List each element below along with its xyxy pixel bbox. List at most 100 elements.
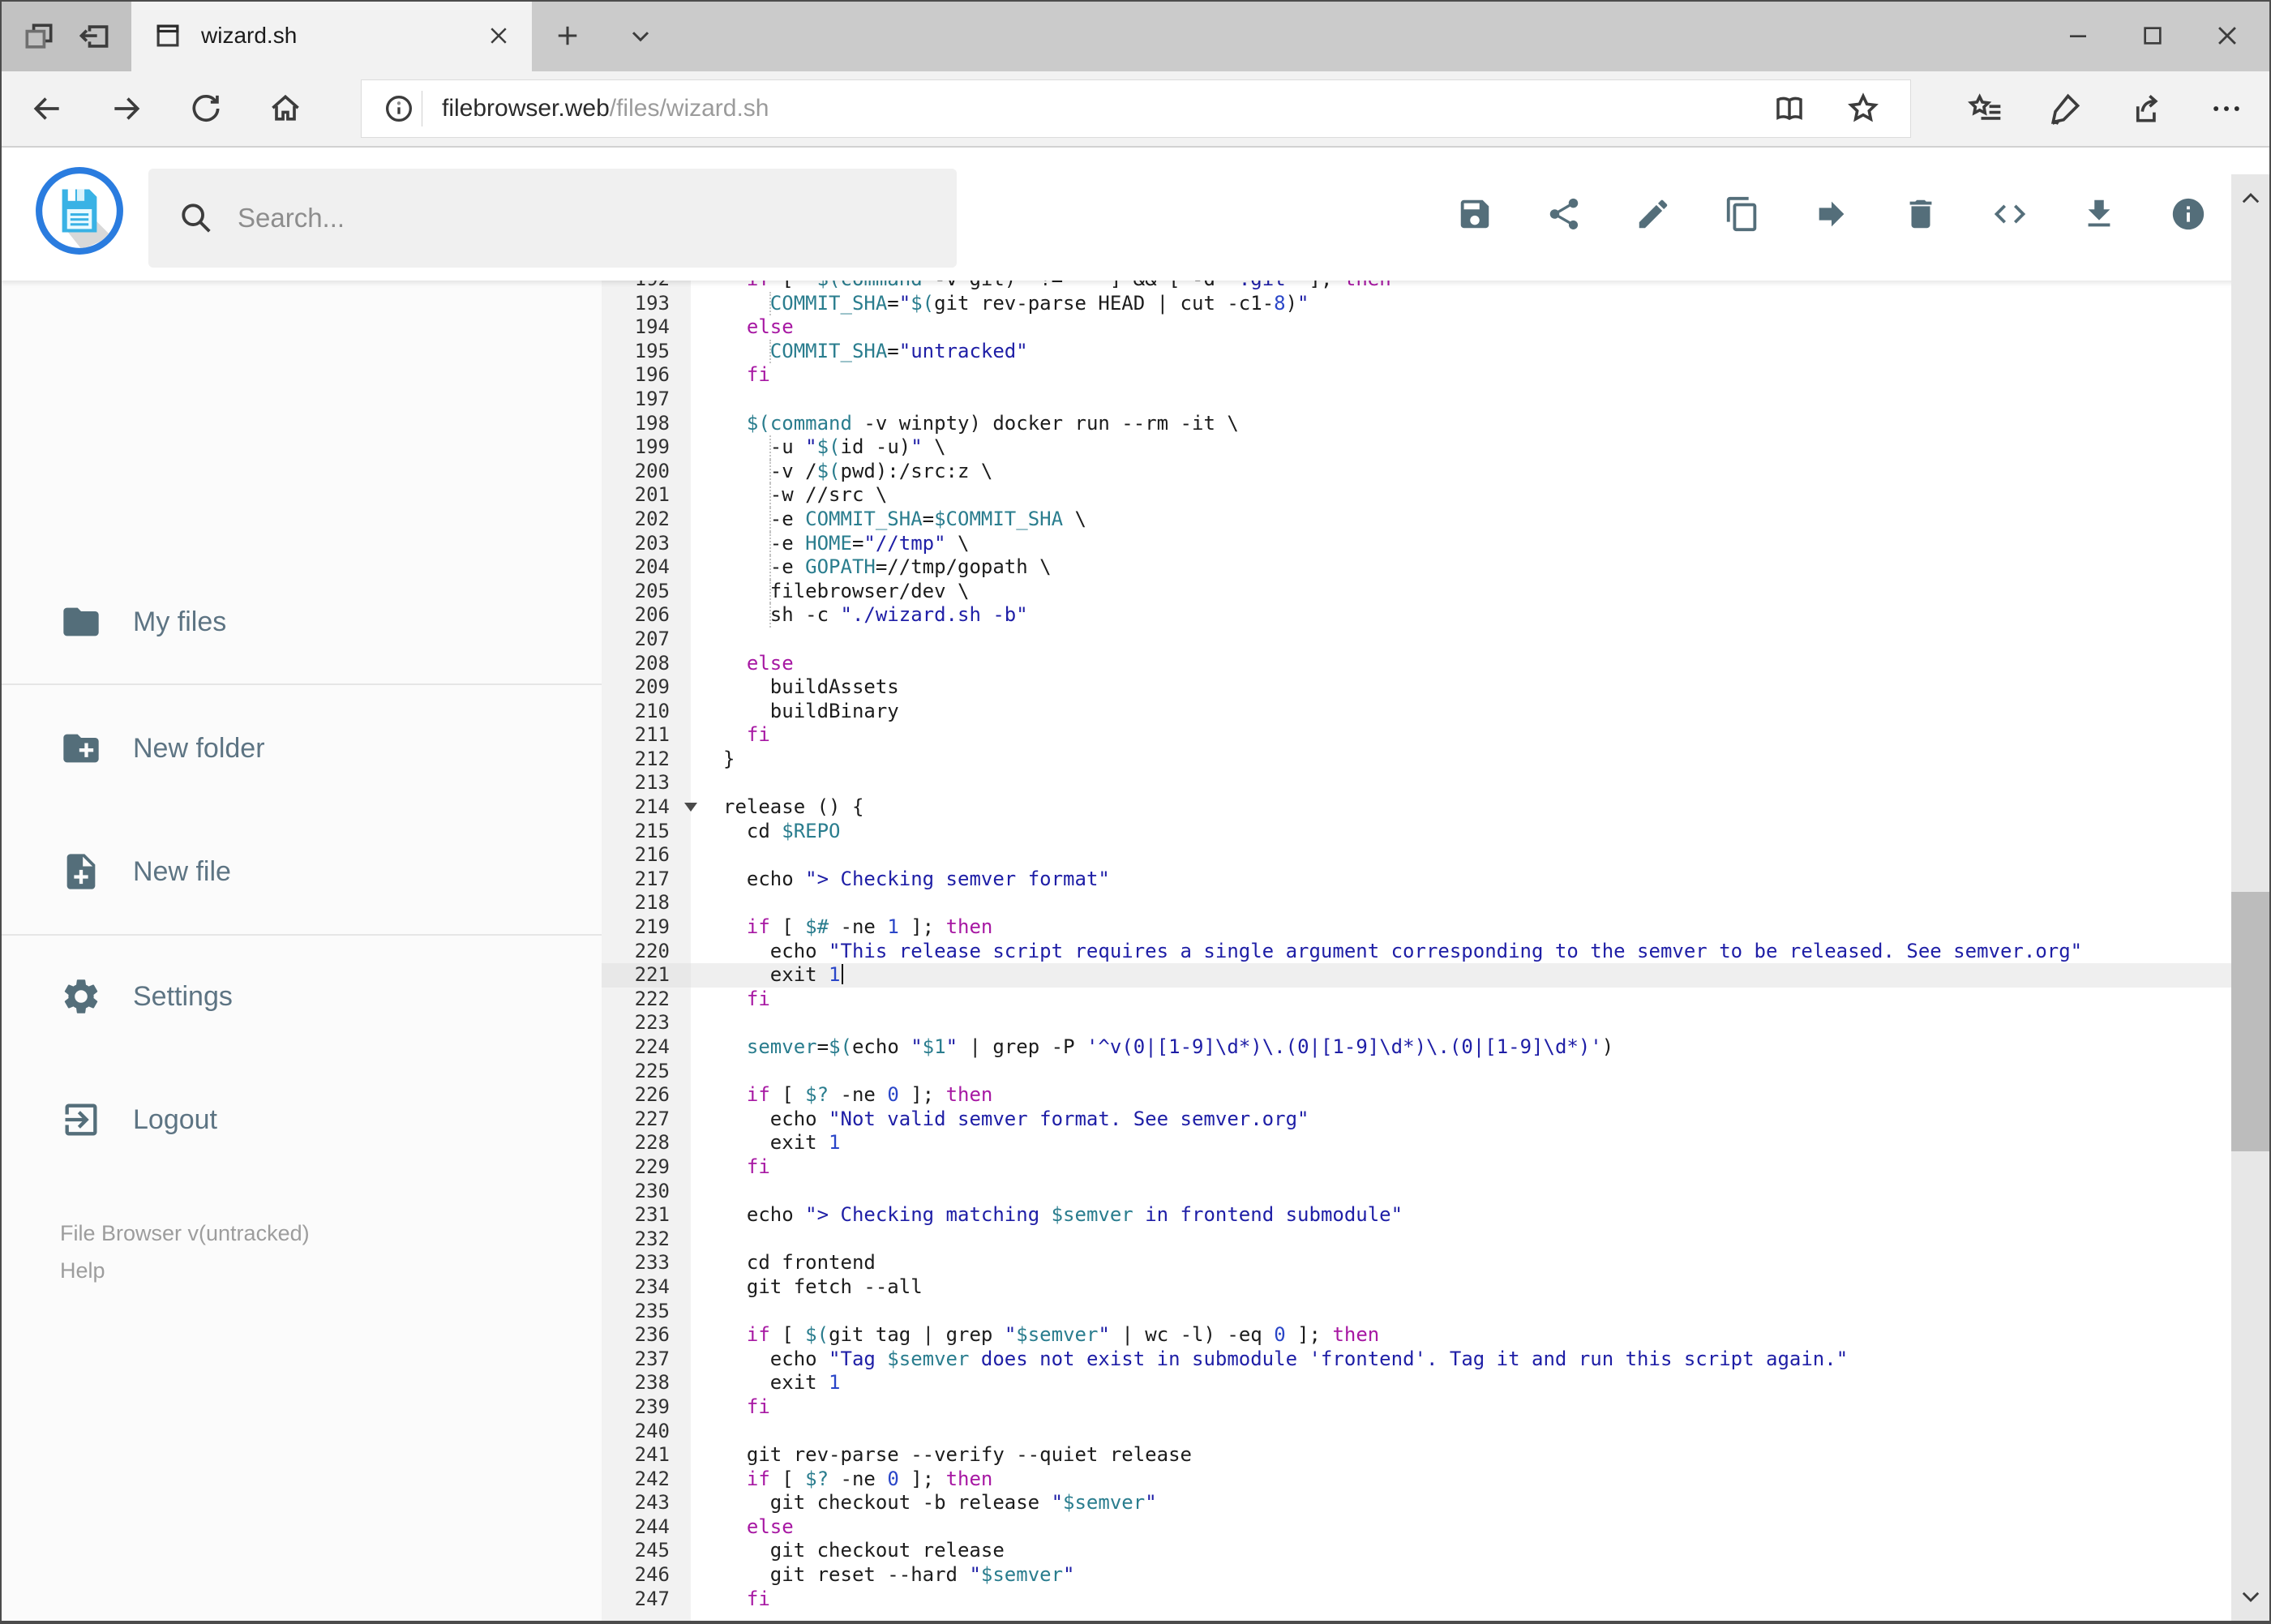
new-tab-button[interactable] bbox=[535, 0, 600, 71]
back-icon[interactable] bbox=[10, 71, 84, 146]
code-line[interactable]: 228 exit 1 bbox=[602, 1131, 2231, 1155]
sidebar-item-new-folder[interactable]: New folder bbox=[0, 720, 602, 777]
more-icon[interactable] bbox=[2189, 71, 2264, 146]
code-line[interactable]: 245 git checkout release bbox=[602, 1539, 2231, 1563]
code-line[interactable]: 208 else bbox=[602, 652, 2231, 676]
code-line[interactable]: 199 -u "$(id -u)" \ bbox=[602, 435, 2231, 460]
code-line[interactable]: 198 $(command -v winpty) docker run --rm… bbox=[602, 412, 2231, 436]
code-line[interactable]: 230 bbox=[602, 1180, 2231, 1204]
minimize-button[interactable] bbox=[2041, 0, 2115, 71]
favorites-hub-icon[interactable] bbox=[1948, 71, 2023, 146]
code-line[interactable]: 207 bbox=[602, 628, 2231, 652]
source-code-button[interactable] bbox=[1990, 195, 2029, 234]
code-line[interactable]: 236 if [ $(git tag | grep "$semver" | wc… bbox=[602, 1323, 2231, 1348]
file-browser-logo[interactable] bbox=[34, 165, 125, 256]
code-line[interactable]: 227 echo "Not valid semver format. See s… bbox=[602, 1108, 2231, 1132]
help-link[interactable]: Help bbox=[60, 1252, 310, 1289]
code-line[interactable]: 247 fi bbox=[602, 1588, 2231, 1612]
code-line[interactable]: 239 fi bbox=[602, 1395, 2231, 1420]
code-line[interactable]: 212} bbox=[602, 748, 2231, 772]
forward-icon[interactable] bbox=[89, 71, 164, 146]
code-line[interactable]: 197 bbox=[602, 388, 2231, 412]
tab-list-chevron-icon[interactable] bbox=[608, 0, 673, 71]
code-line[interactable]: 238 exit 1 bbox=[602, 1371, 2231, 1395]
share-button[interactable] bbox=[1545, 195, 1583, 234]
close-window-button[interactable] bbox=[2190, 0, 2265, 71]
code-line[interactable]: 240 bbox=[602, 1420, 2231, 1444]
code-line[interactable]: 216 bbox=[602, 843, 2231, 868]
code-line[interactable]: 243 git checkout -b release "$semver" bbox=[602, 1491, 2231, 1515]
home-icon[interactable] bbox=[248, 71, 323, 146]
copy-button[interactable] bbox=[1723, 195, 1762, 234]
rename-button[interactable] bbox=[1634, 195, 1673, 234]
code-line[interactable]: 225 bbox=[602, 1060, 2231, 1084]
save-button[interactable] bbox=[1455, 195, 1494, 234]
code-line[interactable]: 232 bbox=[602, 1228, 2231, 1252]
code-line[interactable]: 219 if [ $# -ne 1 ]; then bbox=[602, 915, 2231, 940]
code-line[interactable]: 235 bbox=[602, 1300, 2231, 1324]
code-line[interactable]: 231 echo "> Checking matching $semver in… bbox=[602, 1203, 2231, 1228]
refresh-icon[interactable] bbox=[169, 71, 243, 146]
move-button[interactable] bbox=[1812, 195, 1851, 234]
address-bar[interactable]: filebrowser.web/files/wizard.sh bbox=[361, 79, 1911, 138]
code-line[interactable]: 214 release () { bbox=[602, 795, 2231, 820]
site-info-icon[interactable] bbox=[383, 92, 415, 125]
code-line[interactable]: 241 git rev-parse --verify --quiet relea… bbox=[602, 1443, 2231, 1468]
scroll-up-icon[interactable] bbox=[2231, 174, 2269, 223]
code-line[interactable]: 223 bbox=[602, 1011, 2231, 1035]
code-line[interactable]: 201 -w //src \ bbox=[602, 483, 2231, 508]
code-line[interactable]: 211 fi bbox=[602, 723, 2231, 748]
search-input[interactable] bbox=[238, 203, 886, 234]
code-line[interactable]: 210 buildBinary bbox=[602, 700, 2231, 724]
info-button[interactable] bbox=[2169, 195, 2208, 234]
code-line[interactable]: 205 filebrowser/dev \ bbox=[602, 579, 2231, 604]
scroll-down-icon[interactable] bbox=[2231, 1572, 2269, 1621]
code-line[interactable]: 194 else bbox=[602, 315, 2231, 340]
sidebar-item-logout[interactable]: Logout bbox=[0, 1091, 602, 1148]
code-line[interactable]: 202 -e COMMIT_SHA=$COMMIT_SHA \ bbox=[602, 507, 2231, 532]
code-line[interactable]: 215 cd $REPO bbox=[602, 820, 2231, 844]
code-line[interactable]: 206 sh -c "./wizard.sh -b" bbox=[602, 603, 2231, 628]
download-button[interactable] bbox=[2080, 195, 2119, 234]
code-line[interactable]: 224 semver=$(echo "$1" | grep -P '^v(0|[… bbox=[602, 1035, 2231, 1060]
code-line[interactable]: 209 buildAssets bbox=[602, 675, 2231, 700]
delete-button[interactable] bbox=[1901, 195, 1940, 234]
sidebar-item-new-file[interactable]: New file bbox=[0, 843, 602, 900]
code-line[interactable]: 237 echo "Tag $semver does not exist in … bbox=[602, 1348, 2231, 1372]
page-scrollbar[interactable] bbox=[2231, 174, 2269, 1621]
maximize-button[interactable] bbox=[2115, 0, 2190, 71]
web-note-icon[interactable] bbox=[2028, 71, 2102, 146]
reading-view-icon[interactable] bbox=[1772, 92, 1806, 126]
code-editor[interactable]: 192 if [ "$(command -v git)" != "" ] && … bbox=[602, 281, 2231, 1621]
code-line[interactable]: 222 fi bbox=[602, 988, 2231, 1012]
code-line[interactable]: 244 else bbox=[602, 1515, 2231, 1540]
code-line[interactable]: 234 git fetch --all bbox=[602, 1275, 2231, 1300]
close-tab-icon[interactable] bbox=[486, 24, 511, 48]
browser-tab[interactable]: wizard.sh bbox=[131, 0, 532, 71]
set-tabs-aside-icon[interactable] bbox=[76, 19, 112, 54]
code-line[interactable]: 242 if [ $? -ne 0 ]; then bbox=[602, 1468, 2231, 1492]
sidebar-item-my-files[interactable]: My files bbox=[0, 593, 602, 650]
code-line[interactable]: 192 if [ "$(command -v git)" != "" ] && … bbox=[602, 281, 2231, 292]
code-line[interactable]: 229 fi bbox=[602, 1155, 2231, 1180]
code-line[interactable]: 204 -e GOPATH=//tmp/gopath \ bbox=[602, 555, 2231, 580]
code-line[interactable]: 246 git reset --hard "$semver" bbox=[602, 1563, 2231, 1588]
code-line[interactable]: 221 exit 1 bbox=[602, 963, 2231, 988]
scrollbar-thumb[interactable] bbox=[2231, 892, 2269, 1151]
code-line[interactable]: 217 echo "> Checking semver format" bbox=[602, 868, 2231, 892]
code-line[interactable]: 233 cd frontend bbox=[602, 1251, 2231, 1275]
favorite-star-icon[interactable] bbox=[1845, 91, 1881, 126]
sidebar-item-settings[interactable]: Settings bbox=[0, 968, 602, 1025]
code-line[interactable]: 220 echo "This release script requires a… bbox=[602, 940, 2231, 964]
tab-previews-icon[interactable] bbox=[21, 19, 57, 54]
code-line[interactable]: 200 -v /$(pwd):/src:z \ bbox=[602, 459, 2231, 484]
code-line[interactable]: 195 COMMIT_SHA="untracked" bbox=[602, 339, 2231, 364]
code-line[interactable]: 226 if [ $? -ne 0 ]; then bbox=[602, 1083, 2231, 1108]
code-line[interactable]: 203 -e HOME="//tmp" \ bbox=[602, 531, 2231, 556]
search-bar[interactable] bbox=[148, 169, 957, 268]
code-line[interactable]: 213 bbox=[602, 771, 2231, 795]
code-line[interactable]: 193 COMMIT_SHA="$(git rev-parse HEAD | c… bbox=[602, 291, 2231, 316]
code-line[interactable]: 218 bbox=[602, 891, 2231, 915]
code-line[interactable]: 196 fi bbox=[602, 363, 2231, 388]
share-page-icon[interactable] bbox=[2107, 71, 2182, 146]
